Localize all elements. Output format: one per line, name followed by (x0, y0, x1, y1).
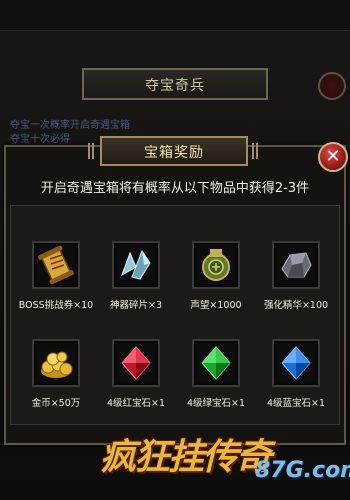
jade-token-icon (202, 249, 230, 281)
background-text-line1: 夺宝一次概率开启奇遇宝箱 (10, 120, 130, 131)
item-label: 神器碎片×3 (109, 300, 162, 311)
item-slot (112, 339, 160, 387)
reward-item-enhance-essence[interactable]: 强化精华×100 (256, 241, 336, 311)
item-label: 声望×1000 (190, 300, 242, 311)
dialog-header: 宝箱奖励 (88, 136, 260, 166)
reward-item-artifact-shard[interactable]: 神器碎片×3 (96, 241, 176, 311)
logo-title: 疯狂挂传奇 (100, 436, 272, 478)
item-slot (272, 241, 320, 289)
game-logo: 疯狂挂传奇 87G.com (100, 418, 350, 500)
background-title: 夺宝奇兵 (145, 78, 205, 94)
item-label: 4级绿宝石×1 (186, 398, 246, 409)
reward-items-panel: BOSS挑战券×10 神器碎片×3 声望×1000 强化精华×100 金币×50… (10, 205, 340, 425)
background-title-bar: 夺宝奇兵 (82, 68, 268, 100)
reward-item-reputation[interactable]: 声望×1000 (176, 241, 256, 311)
item-label: 4级蓝宝石×1 (266, 398, 326, 409)
background-close-icon[interactable] (318, 72, 346, 100)
reward-item-blue-gem[interactable]: 4级蓝宝石×1 (256, 339, 336, 409)
blue-gem-icon (281, 346, 311, 380)
item-label: 4级红宝石×1 (106, 398, 166, 409)
dialog-description: 开启奇遇宝箱将有概率从以下物品中获得2-3件 (40, 181, 310, 196)
red-gem-icon (121, 346, 151, 380)
item-label: BOSS挑战券×10 (18, 300, 94, 311)
item-slot (32, 241, 80, 289)
item-slot (192, 339, 240, 387)
scroll-icon (38, 245, 74, 285)
item-label: 金币×50万 (31, 398, 81, 409)
reward-item-red-gem[interactable]: 4级红宝石×1 (96, 339, 176, 409)
dialog-title: 宝箱奖励 (144, 145, 204, 161)
item-slot (112, 241, 160, 289)
background-text-line2: 夺宝十次必得 (10, 134, 70, 145)
ore-icon (281, 252, 312, 278)
item-slot (32, 339, 80, 387)
reward-item-boss-ticket[interactable]: BOSS挑战券×10 (16, 241, 96, 311)
item-slot (272, 339, 320, 387)
reward-item-green-gem[interactable]: 4级绿宝石×1 (176, 339, 256, 409)
item-slot (192, 241, 240, 289)
reward-item-gold[interactable]: 金币×50万 (16, 339, 96, 409)
item-label: 强化精华×100 (263, 300, 329, 311)
green-gem-icon (201, 346, 231, 380)
background-top-bar (0, 0, 350, 31)
gold-coins-icon (41, 351, 73, 378)
crystal-shard-icon (121, 249, 151, 280)
logo-site: 87G.com (255, 458, 350, 483)
close-icon[interactable]: ✕ (318, 142, 348, 172)
